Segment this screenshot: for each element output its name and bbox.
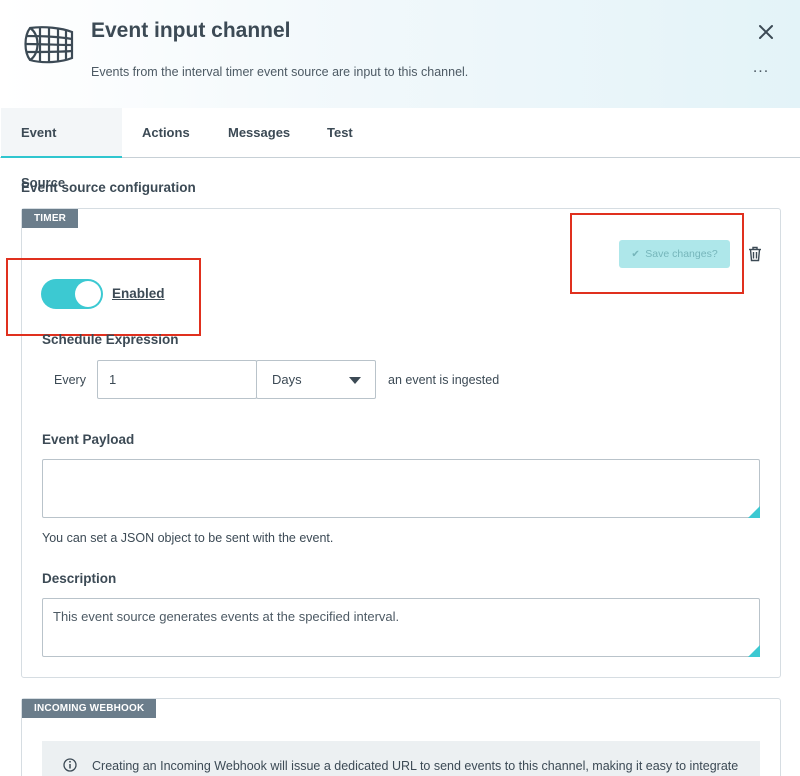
interval-unit-select[interactable]: Days xyxy=(256,360,376,399)
resize-handle-icon[interactable] xyxy=(748,645,760,657)
page-subtitle: Events from the interval timer event sou… xyxy=(91,65,469,79)
section-title: Event source configuration xyxy=(21,180,196,195)
info-icon xyxy=(63,758,77,772)
webhook-tag: INCOMING WEBHOOK xyxy=(22,699,157,718)
funnel-channel-icon xyxy=(24,26,74,64)
schedule-heading: Schedule Expression xyxy=(42,332,179,347)
tab-bar: Event Source Actions Messages Test xyxy=(0,108,800,190)
webhook-info-text: Creating an Incoming Webhook will issue … xyxy=(92,759,739,773)
channel-header: Event input channel Events from the inte… xyxy=(0,0,800,108)
tab-test[interactable]: Test xyxy=(307,108,373,158)
tab-actions[interactable]: Actions xyxy=(122,108,210,158)
caret-down-icon xyxy=(349,377,361,384)
description-heading: Description xyxy=(42,571,117,586)
resize-handle-icon[interactable] xyxy=(748,506,760,518)
more-options-button[interactable]: ... xyxy=(750,60,772,80)
schedule-suffix: an event is ingested xyxy=(388,373,500,387)
event-payload-textarea[interactable] xyxy=(42,459,760,518)
highlight-save-box xyxy=(570,213,744,294)
payload-hint: You can set a JSON object to be sent wit… xyxy=(42,531,334,545)
interval-unit-value: Days xyxy=(272,372,302,387)
tab-messages[interactable]: Messages xyxy=(208,108,310,158)
description-textarea[interactable]: This event source generates events at th… xyxy=(42,598,760,657)
interval-number-input[interactable] xyxy=(97,360,257,399)
payload-heading: Event Payload xyxy=(42,432,135,447)
schedule-prefix: Every xyxy=(54,373,86,387)
tab-event-source[interactable]: Event Source xyxy=(1,108,122,190)
highlight-toggle-box xyxy=(6,258,201,336)
trash-icon[interactable] xyxy=(748,246,762,262)
timer-tag: TIMER xyxy=(22,209,79,228)
page-title: Event input channel xyxy=(91,19,291,42)
close-icon[interactable] xyxy=(754,20,778,44)
